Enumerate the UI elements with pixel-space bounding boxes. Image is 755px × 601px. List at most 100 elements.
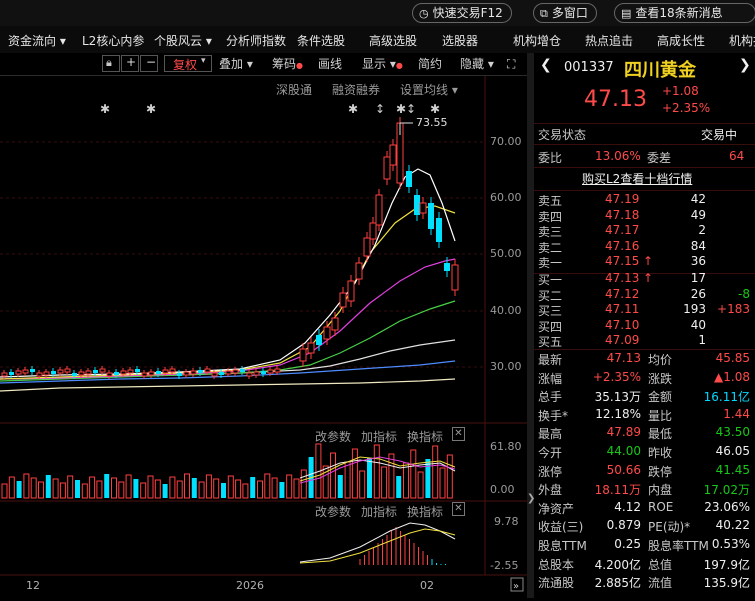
weicha-value: 64 xyxy=(729,149,745,163)
kline-chart-svg[interactable]: 73.55 ✱ ✱ ✱ ↕ ✱↕ ✱ 70.00 60.00 50.00 40.… xyxy=(0,53,527,598)
xianshi-dropdown[interactable]: 显示 ▾● xyxy=(362,56,403,72)
volume-bar xyxy=(125,474,132,499)
next-stock-icon[interactable]: ❯ xyxy=(739,57,751,73)
stat-label: 昨收 xyxy=(648,446,673,460)
bid-row[interactable]: 买四 47.10 40 xyxy=(534,318,755,334)
stat-label: 总值 xyxy=(648,557,673,572)
ask-row[interactable]: 卖三 47.17 2 xyxy=(534,223,755,239)
svg-text:✱↕: ✱↕ xyxy=(396,102,416,116)
stat-row: 涨停 50.66 跌停 41.45 xyxy=(534,463,755,479)
fuquan-dropdown[interactable]: 复权 ▾ xyxy=(164,55,212,72)
stat-row: 涨幅 +2.35% 涨跌 ▲1.08 xyxy=(534,370,755,386)
vol-switch-indicator-link[interactable]: 换指标 xyxy=(407,428,443,445)
volume-bar xyxy=(410,449,417,499)
menu-item-inst-increase[interactable]: 机构增仓 xyxy=(513,32,561,49)
menu-item-stock-news[interactable]: 个股风云 ▾ xyxy=(154,32,212,49)
bid-volume: 193 xyxy=(683,302,706,316)
yincang-button[interactable]: 隐藏 ▾ xyxy=(460,56,494,72)
volume-bar xyxy=(221,483,226,498)
menu-item-inst-hold[interactable]: 机构持 xyxy=(729,32,755,49)
jianyue-button[interactable]: 简约 xyxy=(418,56,442,72)
vol-add-indicator-link[interactable]: 加指标 xyxy=(361,428,397,445)
volume-bar xyxy=(205,474,212,499)
volume-bar xyxy=(81,483,88,499)
menu-item-condition-pick[interactable]: 条件选股 xyxy=(297,32,345,49)
bid-row[interactable]: 买三 47.11 193 +183 xyxy=(534,302,755,318)
price-tick-60: 60.00 xyxy=(490,191,522,204)
time-label-12: 12 xyxy=(26,579,40,592)
trade-status-label: 交易状态 xyxy=(538,128,587,142)
macd-add-indicator-link[interactable]: 加指标 xyxy=(361,503,397,520)
set-ma-dropdown[interactable]: 设置均线 ▾ xyxy=(400,81,458,98)
stat-label: 涨跌 xyxy=(648,371,673,386)
bid-row[interactable]: 买五 47.09 1 xyxy=(534,333,755,349)
volume-bar xyxy=(67,475,74,499)
kline-chart-area[interactable]: 73.55 ✱ ✱ ✱ ↕ ✱↕ ✱ 70.00 60.00 50.00 40.… xyxy=(0,53,527,598)
macd-switch-indicator-link[interactable]: 换指标 xyxy=(407,503,443,520)
ask-row[interactable]: 卖四 47.18 49 xyxy=(534,208,755,224)
candles-group xyxy=(1,117,459,379)
candle xyxy=(369,222,377,240)
huaxian-button[interactable]: 画线 xyxy=(318,56,342,72)
multi-window-button[interactable]: ⧉ 多窗口 xyxy=(533,3,597,23)
candle xyxy=(444,263,450,271)
ask-row[interactable]: 卖二 47.16 84 xyxy=(534,239,755,255)
volume-bar xyxy=(381,466,388,499)
stat-row: 流通股 2.885亿 流值 135.9亿 xyxy=(534,574,755,590)
fullscreen-icon[interactable]: ⛶ xyxy=(507,56,515,72)
panel-divider[interactable]: ❯ xyxy=(527,53,535,598)
ask-row[interactable]: 卖五 47.19 42 xyxy=(534,192,755,208)
bid-row[interactable]: 买二 47.12 26 -8 xyxy=(534,287,755,303)
stat-row: 总股本 4.200亿 总值 197.9亿 xyxy=(534,556,755,572)
ma-line-20 xyxy=(0,258,456,380)
zoom-in-button[interactable]: + xyxy=(121,55,139,72)
menu-item-l2-core[interactable]: L2核心内参 xyxy=(82,32,144,49)
stat-label: 最新 xyxy=(538,353,563,367)
news-button[interactable]: ▤ 查看18条新消息 xyxy=(614,3,755,23)
menu-item-picker[interactable]: 选股器 xyxy=(442,32,478,49)
menu-item-analyst-index[interactable]: 分析师指数 xyxy=(226,32,286,49)
stat-value: 0.25 xyxy=(614,537,641,551)
sgt-link[interactable]: 深股通 xyxy=(276,81,312,98)
macd-close-icon[interactable]: ✕ xyxy=(452,502,465,516)
price-change: +1.08 xyxy=(662,84,699,98)
stat-label: 均价 xyxy=(648,353,673,367)
stock-name: 四川黄金 xyxy=(624,60,696,81)
max-price-label: 73.55 xyxy=(416,116,448,129)
stat-value: 47.13 xyxy=(606,351,641,365)
candle xyxy=(127,369,134,374)
menu-item-fund-flow[interactable]: 资金流向 ▾ xyxy=(8,32,66,49)
vol-close-icon[interactable]: ✕ xyxy=(452,427,465,441)
macd-tick-max: 9.78 xyxy=(494,515,519,528)
volume-bar xyxy=(75,480,80,498)
candle xyxy=(204,368,211,373)
prev-stock-icon[interactable]: ❮ xyxy=(540,57,552,73)
stat-row: 换手* 12.18% 量比 1.44 xyxy=(534,407,755,423)
candle xyxy=(148,371,155,376)
menu-item-growth[interactable]: 高成长性 xyxy=(657,32,705,49)
macd-tick-min: -2.55 xyxy=(490,559,518,572)
candle xyxy=(120,370,127,375)
quick-trade-button[interactable]: ◷ 快速交易F12 xyxy=(412,3,512,23)
time-label-02: 02 xyxy=(420,579,434,592)
rzrq-link[interactable]: 融资融券 xyxy=(332,81,380,98)
candle xyxy=(232,369,239,374)
buy-l2-link[interactable]: 购买L2查看十档行情 xyxy=(582,170,692,187)
window-icon: ⧉ xyxy=(540,7,548,20)
vol-params-link[interactable]: 改参数 xyxy=(315,428,351,445)
menu-item-advanced-pick[interactable]: 高级选股 xyxy=(369,32,417,49)
menu-bar: 资金流向 ▾ L2核心内参 个股风云 ▾ 分析师指数 条件选股 高级选股 选股器… xyxy=(0,26,755,54)
diejia-dropdown[interactable]: 叠加 ▾ xyxy=(219,56,253,72)
candle xyxy=(347,280,355,302)
chouma-button[interactable]: 筹码● xyxy=(272,56,303,72)
ma-line-10 xyxy=(0,205,456,380)
menu-item-hotspot[interactable]: 热点追击 xyxy=(585,32,633,49)
trade-status-value: 交易中 xyxy=(701,128,738,142)
candle xyxy=(419,202,427,214)
ask-price: 47.16 xyxy=(605,238,640,253)
lock-button[interactable]: 🔒︎ xyxy=(102,55,120,72)
macd-params-link[interactable]: 改参数 xyxy=(315,503,351,520)
zoom-out-button[interactable]: − xyxy=(140,55,158,72)
volume-bar xyxy=(286,474,293,499)
stat-row: 总手 35.13万 金额 16.11亿 xyxy=(534,388,755,404)
